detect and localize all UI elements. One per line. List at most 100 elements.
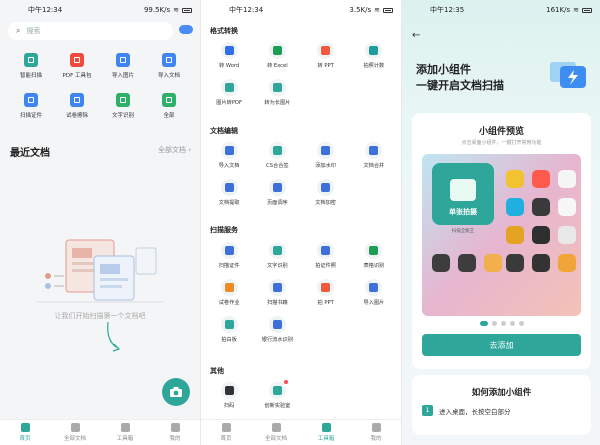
- tool-label: 文档提取: [218, 200, 240, 206]
- widget-app-name: 扫描全能王: [451, 229, 475, 234]
- tool-import-image[interactable]: 导入图片: [350, 279, 398, 306]
- tab-toolbox[interactable]: 工具箱: [301, 420, 351, 445]
- howto-title: 如何添加小组件: [471, 388, 532, 398]
- tab-home[interactable]: 首页: [0, 420, 50, 445]
- search-bar[interactable]: ⌕ 搜索: [8, 22, 173, 40]
- add-widget-button[interactable]: 去添加: [422, 334, 581, 356]
- search-icon: ⌕: [16, 26, 21, 35]
- tab-label: 我的: [169, 436, 181, 442]
- tab-toolbox[interactable]: 工具箱: [100, 420, 150, 445]
- scan-widget[interactable]: 单张拍摄: [432, 163, 494, 225]
- tool-label: 创新实验室: [264, 403, 291, 409]
- tool-all-apps[interactable]: 全部: [146, 93, 192, 119]
- tool-table[interactable]: 表格识别: [350, 242, 398, 269]
- tool-label: 转为长图片: [264, 100, 291, 106]
- all-docs-link[interactable]: 全部文档 ›: [158, 145, 191, 155]
- tab-all-docs[interactable]: 全部文档: [251, 420, 301, 445]
- tool-image-pdf[interactable]: 图片转PDF: [205, 79, 253, 106]
- tool-ocr[interactable]: 文字识别: [253, 242, 301, 269]
- tool-label: 文档加密: [315, 200, 336, 206]
- reorder-icon: [268, 179, 286, 196]
- tool-label: 拍白板: [221, 337, 237, 343]
- app-icon: [506, 170, 524, 188]
- tool-bank[interactable]: 银行流水识别: [253, 316, 301, 343]
- app-icon: [506, 254, 524, 272]
- tab-label: 首页: [19, 436, 31, 442]
- tool-ppt-photo[interactable]: 拍 PPT: [302, 279, 350, 306]
- battery-icon: [383, 7, 393, 13]
- tool-watermark[interactable]: 添加水印: [302, 142, 350, 169]
- step-number: 1: [422, 405, 433, 416]
- status-time: 中午12:35: [430, 6, 465, 14]
- app-icon: [458, 254, 476, 272]
- whiteboard-icon: [220, 316, 238, 333]
- tool-book[interactable]: 扫描书籍: [253, 279, 301, 306]
- tab-home[interactable]: 首页: [201, 420, 251, 445]
- tab-all-docs[interactable]: 全部文档: [50, 420, 100, 445]
- back-arrow-icon[interactable]: ←: [412, 30, 420, 41]
- notification-dot: [283, 380, 288, 384]
- section-title: 格式转换: [210, 27, 238, 35]
- empty-state-text: 让我们开始扫描第一个文档吧: [54, 312, 146, 320]
- tool-merge[interactable]: 文档合并: [350, 142, 398, 169]
- tool-long-image[interactable]: 转为长图片: [253, 79, 301, 106]
- tool-excel[interactable]: 转 Excel: [253, 42, 301, 69]
- tool-scan[interactable]: 智能扫描: [8, 53, 54, 79]
- tool-label: 转 Excel: [267, 63, 288, 69]
- tool-sign[interactable]: CS合合签: [253, 142, 301, 169]
- camera-scan-button[interactable]: [162, 378, 190, 406]
- long-image-icon: [268, 79, 286, 96]
- tab-mine[interactable]: 我的: [351, 420, 401, 445]
- tool-label: 转 Word: [219, 63, 240, 69]
- app-icon: [558, 170, 576, 188]
- tool-label: 扫描证件: [218, 263, 240, 269]
- tool-pdf[interactable]: PDF 工具包: [54, 53, 100, 79]
- tab-label: 我的: [370, 436, 382, 442]
- phone-preview: 单张拍摄 扫描全能王: [422, 154, 581, 316]
- tool-label: 扫描书籍: [266, 300, 288, 306]
- word-icon: [220, 42, 238, 59]
- sign-icon: [268, 142, 286, 159]
- tool-eraser[interactable]: 试卷擦除: [54, 93, 100, 119]
- section-grid: 扫描证件 文字识别 拍证件照 表格识别试卷作业 扫描书籍 拍 PPT 导入图片拍白板 银行流水…: [205, 242, 398, 343]
- tool-image[interactable]: 导入图片: [100, 53, 146, 79]
- tool-reorder[interactable]: 页面调序: [253, 179, 301, 206]
- tool-id-card[interactable]: 扫描证件: [8, 93, 54, 119]
- tool-photo-id[interactable]: 拍证件照: [302, 242, 350, 269]
- tool-label: 拍照计数: [363, 63, 385, 69]
- tool-label: 添加水印: [315, 163, 336, 169]
- document-icon: [162, 53, 176, 67]
- tool-exam[interactable]: 试卷作业: [205, 279, 253, 306]
- tool-import-doc[interactable]: 导入文档: [205, 142, 253, 169]
- app-icon: [506, 198, 524, 216]
- tool-label: 试卷作业: [218, 300, 240, 306]
- id-scan-icon: [220, 242, 238, 259]
- pdf-icon: [70, 53, 84, 67]
- ocr-icon: [268, 242, 286, 259]
- preview-subtitle: 点击桌面小组件，一键打开常用功能: [461, 140, 542, 146]
- tool-lab[interactable]: 创新实验室: [253, 380, 301, 409]
- tool-id-scan[interactable]: 扫描证件: [205, 242, 253, 269]
- tool-ppt[interactable]: 转 PPT: [302, 42, 350, 69]
- text-recognize-icon: [116, 93, 130, 107]
- howto-card: 如何添加小组件 1 进入桌面，长按空白部分: [412, 375, 591, 435]
- profile-icon: [371, 423, 381, 432]
- tool-extract[interactable]: 文档提取: [205, 179, 253, 206]
- tab-label: 工具箱: [116, 436, 134, 442]
- tool-whiteboard[interactable]: 拍白板: [205, 316, 253, 343]
- tool-qr-scan[interactable]: 扫码: [205, 382, 253, 409]
- widget-preview-card: 小组件预览 点击桌面小组件，一键打开常用功能 单张拍摄 扫描全能王 去添加: [412, 113, 591, 369]
- tool-count[interactable]: 拍照计数: [350, 42, 398, 69]
- toolbox-screen: 中午12:34 3.5K/s ≋ 格式转换转 Word 转 Excel 转 PPT 拍照…: [200, 0, 401, 445]
- tool-text-recognize[interactable]: 文字识别: [100, 93, 146, 119]
- section-grid: 转 Word 转 Excel 转 PPT 拍照计数图片转PDF 转为长图片: [205, 42, 398, 106]
- status-time: 中午12:34: [229, 6, 264, 14]
- tool-word[interactable]: 转 Word: [205, 42, 253, 69]
- page-indicator: [412, 321, 591, 326]
- status-time: 中午12:34: [28, 6, 63, 14]
- tool-document[interactable]: 导入文档: [146, 53, 192, 79]
- tab-mine[interactable]: 我的: [150, 420, 200, 445]
- cloud-sync-icon[interactable]: [179, 25, 193, 34]
- app-icon: [558, 226, 576, 244]
- tool-lock[interactable]: 文档加密: [302, 179, 350, 206]
